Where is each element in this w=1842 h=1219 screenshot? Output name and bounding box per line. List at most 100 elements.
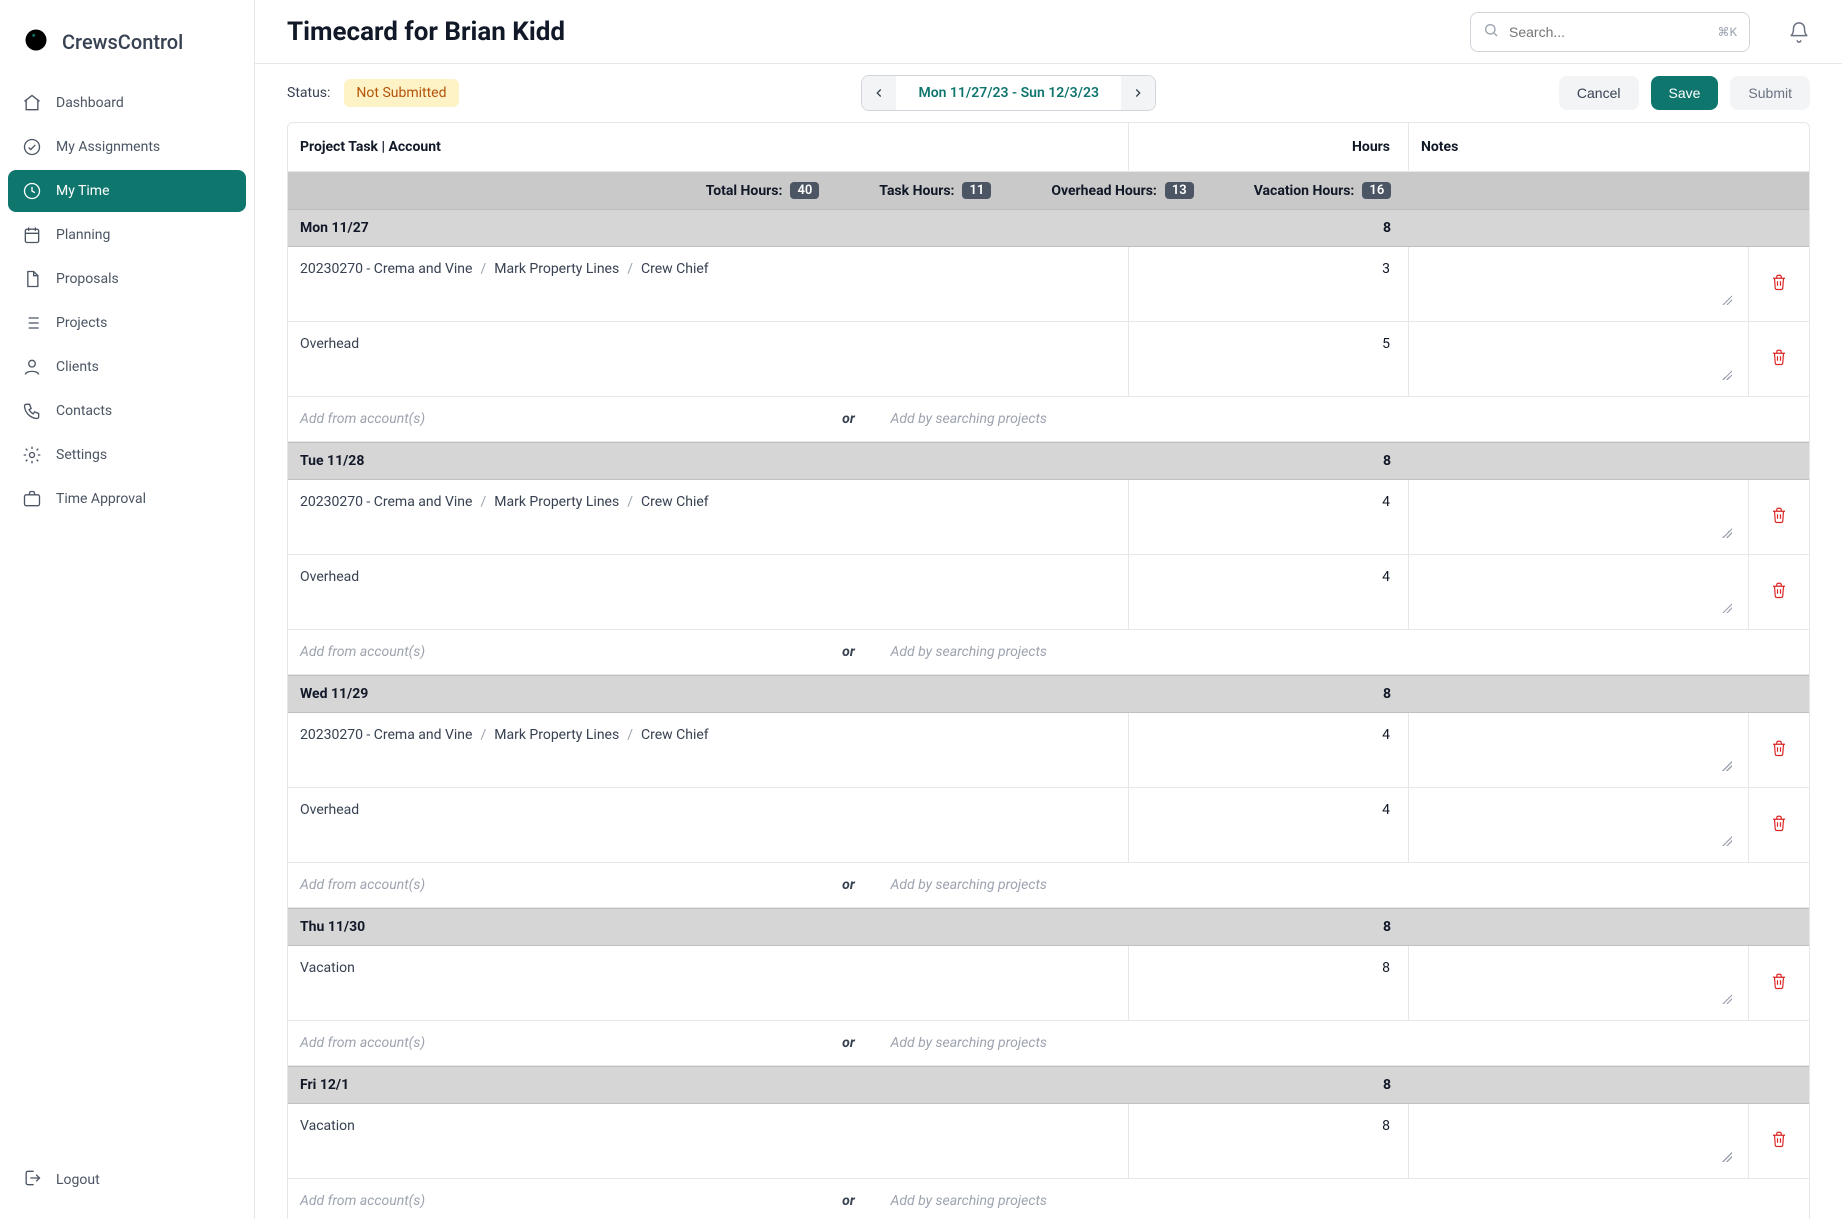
sidebar-item-contacts[interactable]: Contacts xyxy=(8,390,246,432)
week-nav: Mon 11/27/23 - Sun 12/3/23 xyxy=(861,75,1156,111)
user-icon xyxy=(22,357,42,377)
delete-entry-button[interactable] xyxy=(1770,814,1788,836)
entry-notes[interactable] xyxy=(1421,336,1736,382)
add-from-accounts[interactable]: Add from account(s) xyxy=(288,863,819,907)
sidebar-item-label: My Time xyxy=(56,183,110,199)
sidebar-item-mytime[interactable]: My Time xyxy=(8,170,246,212)
delete-entry-button[interactable] xyxy=(1770,348,1788,370)
home-icon xyxy=(22,93,42,113)
search-icon xyxy=(1483,22,1499,42)
entry-hours[interactable]: 8 xyxy=(1129,946,1409,1020)
add-or-label: or xyxy=(819,1179,879,1219)
add-from-accounts[interactable]: Add from account(s) xyxy=(288,630,819,674)
entry-hours[interactable]: 3 xyxy=(1129,247,1409,321)
entry-notes[interactable] xyxy=(1421,802,1736,848)
day-total: 8 xyxy=(1129,676,1409,712)
delete-entry-button[interactable] xyxy=(1770,972,1788,994)
add-by-projects[interactable]: Add by searching projects xyxy=(879,1179,1410,1219)
add-by-projects[interactable]: Add by searching projects xyxy=(879,1021,1410,1065)
entry-notes[interactable] xyxy=(1421,960,1736,1006)
time-entry: Vacation 8 xyxy=(288,1104,1809,1179)
day-header: Wed 11/29 8 xyxy=(288,675,1809,713)
col-header-task: Project Task | Account xyxy=(288,123,1129,171)
delete-entry-button[interactable] xyxy=(1770,581,1788,603)
entry-notes[interactable] xyxy=(1421,1118,1736,1164)
logout-button[interactable]: Logout xyxy=(8,1157,246,1203)
entry-hours[interactable]: 4 xyxy=(1129,713,1409,787)
delete-entry-button[interactable] xyxy=(1770,506,1788,528)
entry-hours[interactable]: 4 xyxy=(1129,555,1409,629)
sidebar-item-settings[interactable]: Settings xyxy=(8,434,246,476)
entry-hours[interactable]: 4 xyxy=(1129,788,1409,862)
main: Timecard for Brian Kidd ⌘K Status: Not S… xyxy=(255,0,1842,1219)
save-button[interactable]: Save xyxy=(1651,76,1719,110)
sidebar-item-timeapproval[interactable]: Time Approval xyxy=(8,478,246,520)
sidebar-item-label: Contacts xyxy=(56,403,112,419)
sidebar-item-label: Settings xyxy=(56,447,107,463)
entry-label[interactable]: Overhead xyxy=(300,802,359,818)
day-header: Mon 11/27 8 xyxy=(288,210,1809,247)
add-by-projects[interactable]: Add by searching projects xyxy=(879,863,1410,907)
week-range[interactable]: Mon 11/27/23 - Sun 12/3/23 xyxy=(896,76,1121,110)
vacation-hours: Vacation Hours: 16 xyxy=(1254,182,1392,199)
entry-notes[interactable] xyxy=(1421,494,1736,540)
entry-label[interactable]: Overhead xyxy=(300,569,359,585)
delete-entry-button[interactable] xyxy=(1770,273,1788,295)
entry-task[interactable]: 20230270 - Crema and Vine/Mark Property … xyxy=(300,261,709,277)
delete-entry-button[interactable] xyxy=(1770,739,1788,761)
day-total: 8 xyxy=(1129,443,1409,479)
search-kbd: ⌘K xyxy=(1717,25,1737,39)
sidebar-item-planning[interactable]: Planning xyxy=(8,214,246,256)
delete-entry-button[interactable] xyxy=(1770,1130,1788,1152)
sidebar-item-projects[interactable]: Projects xyxy=(8,302,246,344)
entry-hours[interactable]: 8 xyxy=(1129,1104,1409,1178)
sidebar: CrewsControl Dashboard My Assignments My… xyxy=(0,0,255,1219)
notifications-button[interactable] xyxy=(1788,21,1810,43)
prev-week-button[interactable] xyxy=(862,76,896,110)
sidebar-item-label: Planning xyxy=(56,227,110,243)
entry-hours[interactable]: 4 xyxy=(1129,480,1409,554)
gear-icon xyxy=(22,445,42,465)
phone-icon xyxy=(22,401,42,421)
sidebar-item-label: Projects xyxy=(56,315,107,331)
entry-task[interactable]: 20230270 - Crema and Vine/Mark Property … xyxy=(300,727,709,743)
time-entry: 20230270 - Crema and Vine/Mark Property … xyxy=(288,247,1809,322)
check-circle-icon xyxy=(22,137,42,157)
next-week-button[interactable] xyxy=(1121,76,1155,110)
task-hours: Task Hours: 11 xyxy=(879,182,991,199)
briefcase-icon xyxy=(22,489,42,509)
entry-notes[interactable] xyxy=(1421,261,1736,307)
overhead-hours: Overhead Hours: 13 xyxy=(1051,182,1193,199)
entry-label[interactable]: Vacation xyxy=(300,1118,355,1134)
page-title: Timecard for Brian Kidd xyxy=(287,17,565,47)
entry-task[interactable]: 20230270 - Crema and Vine/Mark Property … xyxy=(300,494,709,510)
add-from-accounts[interactable]: Add from account(s) xyxy=(288,1179,819,1219)
sidebar-item-clients[interactable]: Clients xyxy=(8,346,246,388)
entry-hours[interactable]: 5 xyxy=(1129,322,1409,396)
col-header-notes: Notes xyxy=(1409,123,1749,171)
sidebar-item-dashboard[interactable]: Dashboard xyxy=(8,82,246,124)
logo-icon xyxy=(22,26,50,58)
entry-label[interactable]: Vacation xyxy=(300,960,355,976)
add-by-projects[interactable]: Add by searching projects xyxy=(879,397,1410,441)
brand[interactable]: CrewsControl xyxy=(8,16,246,82)
time-entry: Vacation 8 xyxy=(288,946,1809,1021)
sidebar-item-label: Clients xyxy=(56,359,99,375)
nav: Dashboard My Assignments My Time Plannin… xyxy=(8,82,246,520)
file-icon xyxy=(22,269,42,289)
submit-button[interactable]: Submit xyxy=(1730,76,1810,110)
time-entry: Overhead 4 xyxy=(288,788,1809,863)
add-by-projects[interactable]: Add by searching projects xyxy=(879,630,1410,674)
add-from-accounts[interactable]: Add from account(s) xyxy=(288,397,819,441)
add-from-accounts[interactable]: Add from account(s) xyxy=(288,1021,819,1065)
timecard-grid-wrap[interactable]: Project Task | Account Hours Notes Total… xyxy=(255,122,1842,1219)
search-input[interactable] xyxy=(1507,23,1709,41)
search-input-wrap[interactable]: ⌘K xyxy=(1470,12,1750,52)
total-hours: Total Hours: 40 xyxy=(706,182,820,199)
cancel-button[interactable]: Cancel xyxy=(1559,76,1639,110)
entry-notes[interactable] xyxy=(1421,727,1736,773)
entry-notes[interactable] xyxy=(1421,569,1736,615)
sidebar-item-assignments[interactable]: My Assignments xyxy=(8,126,246,168)
sidebar-item-proposals[interactable]: Proposals xyxy=(8,258,246,300)
entry-label[interactable]: Overhead xyxy=(300,336,359,352)
